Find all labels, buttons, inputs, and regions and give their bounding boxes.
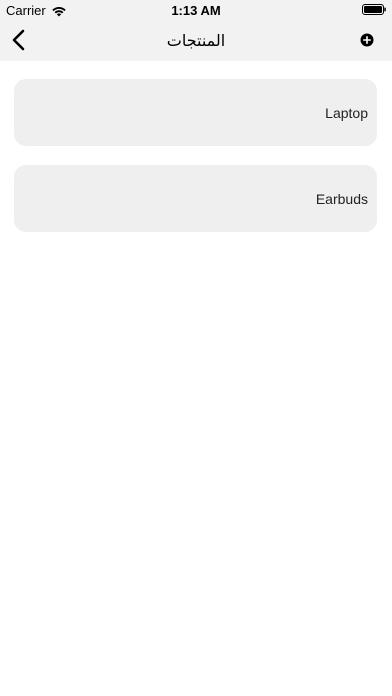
product-list: Laptop Earbuds	[14, 79, 377, 251]
status-bar: Carrier 1:13 AM	[0, 0, 392, 20]
product-name: Earbuds	[315, 191, 368, 207]
product-name: Laptop	[325, 105, 368, 121]
product-card-earbuds[interactable]: Earbuds	[14, 165, 377, 232]
product-card-laptop[interactable]: Laptop	[14, 79, 377, 146]
page-title: المنتجات	[166, 33, 226, 50]
battery-icon	[362, 4, 386, 15]
status-time: 1:13 AM	[171, 3, 221, 18]
navigation-bar: المنتجات	[0, 20, 392, 61]
plus-circle-icon[interactable]	[360, 33, 374, 47]
